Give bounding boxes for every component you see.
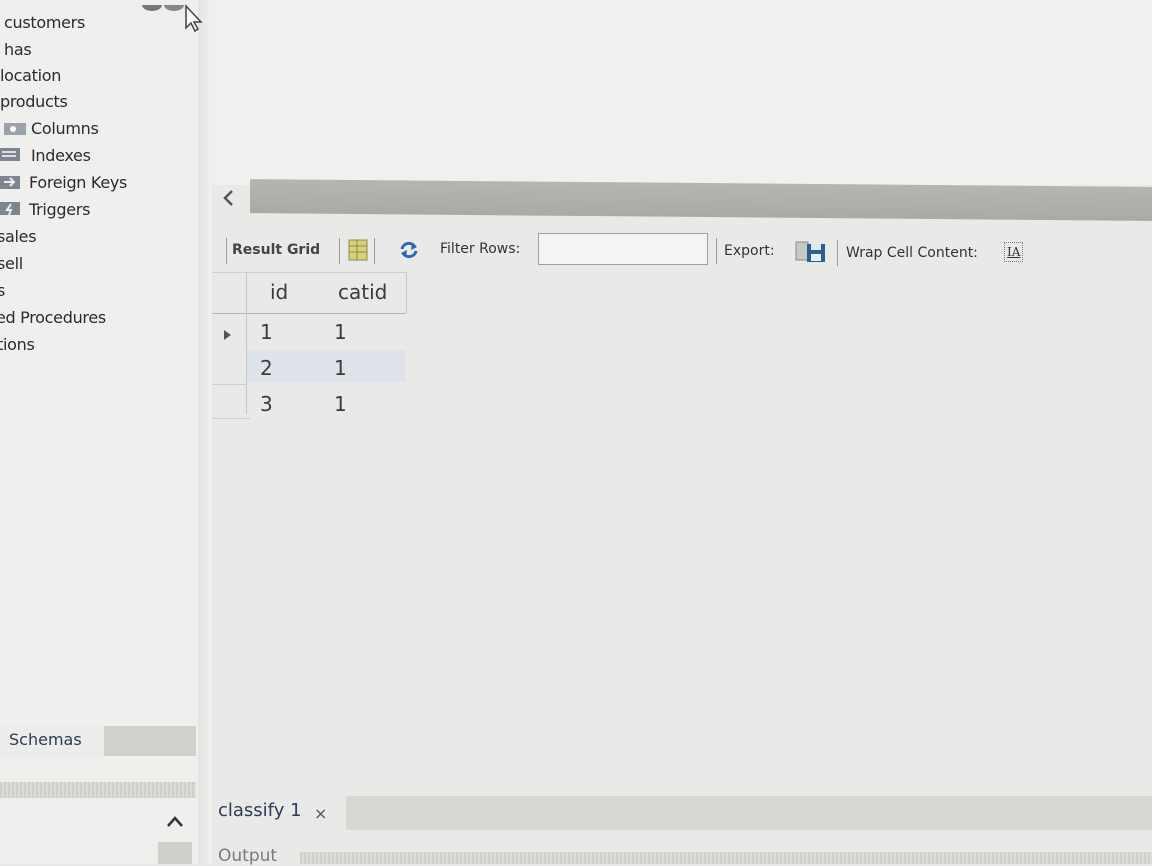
table-cell-id[interactable]: 3: [260, 392, 273, 416]
schema-navigator: customers has location products Columns …: [0, 0, 200, 864]
output-panel-splitter[interactable]: [300, 852, 1152, 864]
toolbar-separator: [374, 238, 375, 264]
wrap-cell-content-label: Wrap Cell Content:: [846, 245, 978, 261]
tree-item-triggers[interactable]: Triggers: [29, 200, 90, 219]
output-panel-label[interactable]: Output: [218, 846, 277, 866]
toolbar-separator: [339, 238, 340, 264]
indexes-folder-icon: [0, 147, 20, 161]
query-tab-strip: [346, 796, 1152, 830]
tree-item-sell[interactable]: sell: [0, 254, 23, 273]
scroll-left-icon[interactable]: [220, 188, 236, 213]
horizontal-scrollbar[interactable]: [250, 179, 1152, 221]
triggers-folder-icon: [0, 201, 20, 216]
collapse-up-icon[interactable]: [166, 812, 184, 833]
columns-folder-icon: [4, 121, 26, 135]
wrap-cell-toggle-icon[interactable]: IA: [1004, 242, 1024, 262]
grid-view-icon[interactable]: [348, 238, 370, 266]
tree-item-foreign-keys[interactable]: Foreign Keys: [29, 173, 127, 192]
tree-item-sales[interactable]: sales: [0, 227, 37, 246]
sql-editor[interactable]: [212, 0, 1152, 185]
export-save-icon[interactable]: [795, 238, 827, 268]
column-header-id[interactable]: id: [270, 280, 288, 304]
tree-item-views[interactable]: s: [0, 281, 5, 300]
close-tab-icon[interactable]: ×: [314, 804, 327, 823]
mouse-cursor-icon: [182, 4, 206, 38]
info-tab[interactable]: [104, 726, 196, 756]
row-divider: [212, 418, 250, 419]
column-header-catid[interactable]: catid: [338, 280, 387, 304]
table-cell-id[interactable]: 2: [260, 356, 273, 380]
export-label: Export:: [724, 243, 775, 259]
tree-item-customers[interactable]: customers: [4, 13, 85, 32]
panel-footer: [158, 842, 192, 864]
filter-rows-input[interactable]: [538, 233, 708, 265]
tree-item-indexes[interactable]: Indexes: [31, 146, 91, 165]
row-selector-divider: [246, 272, 247, 414]
tree-item-functions[interactable]: tions: [0, 335, 35, 354]
row-divider: [212, 384, 246, 385]
tree-item-location[interactable]: location: [0, 66, 61, 85]
result-grid-label[interactable]: Result Grid: [232, 242, 320, 258]
current-row-pointer-icon: [224, 330, 231, 340]
tree-item-columns[interactable]: Columns: [31, 119, 99, 138]
tree-item-has[interactable]: has: [4, 40, 32, 59]
toolbar-separator: [837, 240, 838, 266]
table-cell-catid[interactable]: 1: [334, 356, 347, 380]
table-cell-id[interactable]: 1: [260, 320, 273, 344]
tree-item-products[interactable]: products: [0, 92, 68, 111]
panel-splitter[interactable]: [0, 782, 196, 798]
refresh-icon[interactable]: [398, 240, 420, 264]
panel-divider[interactable]: [198, 0, 212, 864]
tab-classify-1[interactable]: classify 1: [218, 800, 302, 821]
table-cell-catid[interactable]: 1: [334, 392, 347, 416]
toolbar-separator: [716, 238, 717, 264]
foreign-keys-folder-icon: [0, 174, 20, 189]
toolbar-separator: [226, 238, 227, 264]
tree-item-stored-procedures[interactable]: ed Procedures: [0, 308, 106, 327]
filter-rows-label: Filter Rows:: [440, 241, 521, 257]
table-cell-catid[interactable]: 1: [334, 320, 347, 344]
schemas-tab-label: Schemas: [9, 730, 82, 749]
header-right-border: [406, 272, 407, 314]
